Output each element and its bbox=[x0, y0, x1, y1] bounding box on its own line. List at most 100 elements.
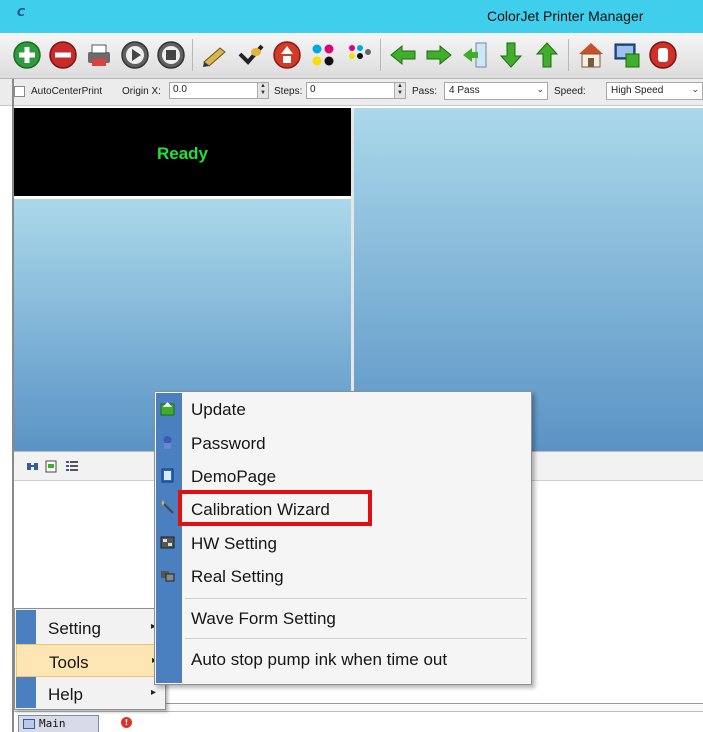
move-left-button[interactable] bbox=[386, 37, 420, 73]
pen-icon bbox=[203, 47, 226, 67]
submenu-item-update[interactable]: Update bbox=[183, 393, 529, 427]
play-button[interactable] bbox=[118, 37, 152, 73]
menu-item-help[interactable]: Help ▸ bbox=[16, 677, 164, 710]
submenu-item-demopage[interactable]: DemoPage bbox=[183, 460, 529, 494]
hand-stop-icon bbox=[649, 41, 677, 69]
submenu-item-password[interactable]: Password bbox=[183, 427, 529, 461]
submenu-item-label: Password bbox=[191, 434, 266, 453]
main-popup-menu: Setting ▸ Tools ▸ Help ▸ bbox=[14, 608, 166, 710]
emergency-stop-button[interactable] bbox=[646, 37, 680, 73]
dots-button[interactable] bbox=[342, 37, 376, 73]
alert-icon[interactable]: ! bbox=[121, 717, 132, 728]
spinner-arrows-icon[interactable]: ▲ ▼ bbox=[394, 83, 405, 98]
stop-button[interactable] bbox=[154, 37, 188, 73]
arrow-right-icon bbox=[426, 44, 452, 66]
submenu-item-auto-stop-pump[interactable]: Auto stop pump ink when time out bbox=[183, 643, 529, 677]
submenu-item-label: Update bbox=[191, 400, 246, 419]
tools-submenu: Update Password DemoPage Calibration Wiz… bbox=[154, 391, 532, 685]
origin-x-input[interactable]: 0.0 ▲ ▼ bbox=[169, 82, 269, 99]
list-icon[interactable] bbox=[65, 460, 79, 473]
submenu-item-label: HW Setting bbox=[191, 534, 277, 553]
pass-value: 4 Pass bbox=[449, 85, 480, 96]
find-icon[interactable] bbox=[26, 460, 40, 473]
remove-button[interactable] bbox=[46, 37, 80, 73]
status-panel: Ready bbox=[14, 108, 351, 196]
toolbar-separator bbox=[192, 39, 193, 71]
move-right-button[interactable] bbox=[422, 37, 456, 73]
update-icon bbox=[160, 402, 175, 416]
demopage-icon bbox=[161, 468, 174, 483]
nozzle-check-button[interactable] bbox=[270, 37, 304, 73]
steps-value: 0 bbox=[310, 84, 316, 95]
menu-icon bbox=[23, 719, 35, 729]
pass-select[interactable]: 4 Pass ⌄ bbox=[444, 82, 548, 100]
hw-setting-icon bbox=[160, 536, 175, 549]
print-icon bbox=[88, 44, 110, 66]
submenu-item-hw-setting[interactable]: HW Setting bbox=[183, 527, 529, 561]
menu-item-label: Help bbox=[48, 685, 83, 704]
menu-separator bbox=[185, 638, 527, 639]
origin-x-label: Origin X: bbox=[122, 86, 161, 97]
menu-separator bbox=[185, 598, 527, 599]
play-icon bbox=[121, 41, 149, 69]
real-setting-icon bbox=[161, 571, 175, 582]
media-in-button[interactable] bbox=[458, 37, 492, 73]
status-text: Ready bbox=[156, 144, 209, 163]
chevron-right-icon: ▸ bbox=[151, 687, 157, 698]
menu-item-setting[interactable]: Setting ▸ bbox=[16, 611, 164, 644]
chevron-down-icon: ⌄ bbox=[691, 84, 699, 94]
menu-item-label: Setting bbox=[48, 619, 101, 638]
menu-item-tools[interactable]: Tools ▸ bbox=[16, 644, 164, 677]
arrow-up-icon bbox=[535, 42, 559, 68]
submenu-item-label: DemoPage bbox=[191, 467, 277, 486]
save-log-icon[interactable] bbox=[44, 460, 58, 473]
wand-icon bbox=[161, 500, 174, 514]
main-toolbar bbox=[0, 33, 703, 79]
app-logo-icon: C bbox=[17, 6, 26, 19]
speed-select[interactable]: High Speed ⌄ bbox=[606, 82, 703, 100]
add-icon bbox=[13, 41, 41, 69]
pen-button[interactable] bbox=[198, 37, 232, 73]
add-button[interactable] bbox=[10, 37, 44, 73]
feed-up-button[interactable] bbox=[530, 37, 564, 73]
steps-input[interactable]: 0 ▲ ▼ bbox=[306, 82, 406, 99]
media-in-icon bbox=[463, 42, 487, 68]
speed-label: Speed: bbox=[554, 86, 586, 97]
annotation-highlight-box bbox=[178, 490, 372, 526]
submenu-item-label: Auto stop pump ink when time out bbox=[191, 650, 448, 669]
pass-label: Pass: bbox=[412, 86, 438, 97]
menu-item-label: Tools bbox=[49, 653, 89, 672]
nozzle-icon bbox=[273, 41, 301, 69]
home-icon bbox=[579, 43, 603, 68]
cmyk-button[interactable] bbox=[306, 37, 340, 73]
window-title: ColorJet Printer Manager bbox=[487, 8, 644, 24]
cmyk-icon bbox=[312, 44, 334, 66]
submenu-item-label: Wave Form Setting bbox=[191, 609, 336, 628]
submenu-item-real-setting[interactable]: Real Setting bbox=[183, 560, 529, 594]
stop-icon bbox=[157, 41, 185, 69]
feed-down-button[interactable] bbox=[494, 37, 528, 73]
home-button[interactable] bbox=[574, 37, 608, 73]
steps-label: Steps: bbox=[274, 86, 303, 97]
auto-center-label: AutoCenterPrint bbox=[31, 86, 103, 97]
toolbar-separator bbox=[380, 39, 381, 71]
title-bar: C ColorJet Printer Manager bbox=[0, 0, 703, 33]
monitor-button[interactable] bbox=[610, 37, 644, 73]
auto-center-checkbox[interactable] bbox=[14, 86, 25, 97]
print-options-bar: AutoCenterPrint Origin X: 0.0 ▲ ▼ Steps: … bbox=[0, 79, 703, 106]
print-button[interactable] bbox=[82, 37, 116, 73]
main-menu-tab[interactable]: Main Menu bbox=[18, 715, 99, 732]
toolbar-separator bbox=[568, 39, 569, 71]
submenu-item-wave-form-setting[interactable]: Wave Form Setting bbox=[183, 602, 529, 636]
password-icon bbox=[163, 436, 172, 449]
main-menu-tab-label: Main Menu bbox=[39, 717, 66, 732]
check-button[interactable] bbox=[234, 37, 268, 73]
arrow-left-icon bbox=[390, 44, 416, 66]
monitor-icon bbox=[614, 43, 640, 68]
spinner-arrows-icon[interactable]: ▲ ▼ bbox=[257, 83, 268, 98]
submenu-item-label: Real Setting bbox=[191, 567, 284, 586]
arrow-down-icon bbox=[499, 42, 523, 68]
speed-value: High Speed bbox=[611, 85, 664, 96]
bottom-tab-strip: Main Menu ! bbox=[14, 712, 703, 732]
remove-icon bbox=[49, 41, 77, 69]
